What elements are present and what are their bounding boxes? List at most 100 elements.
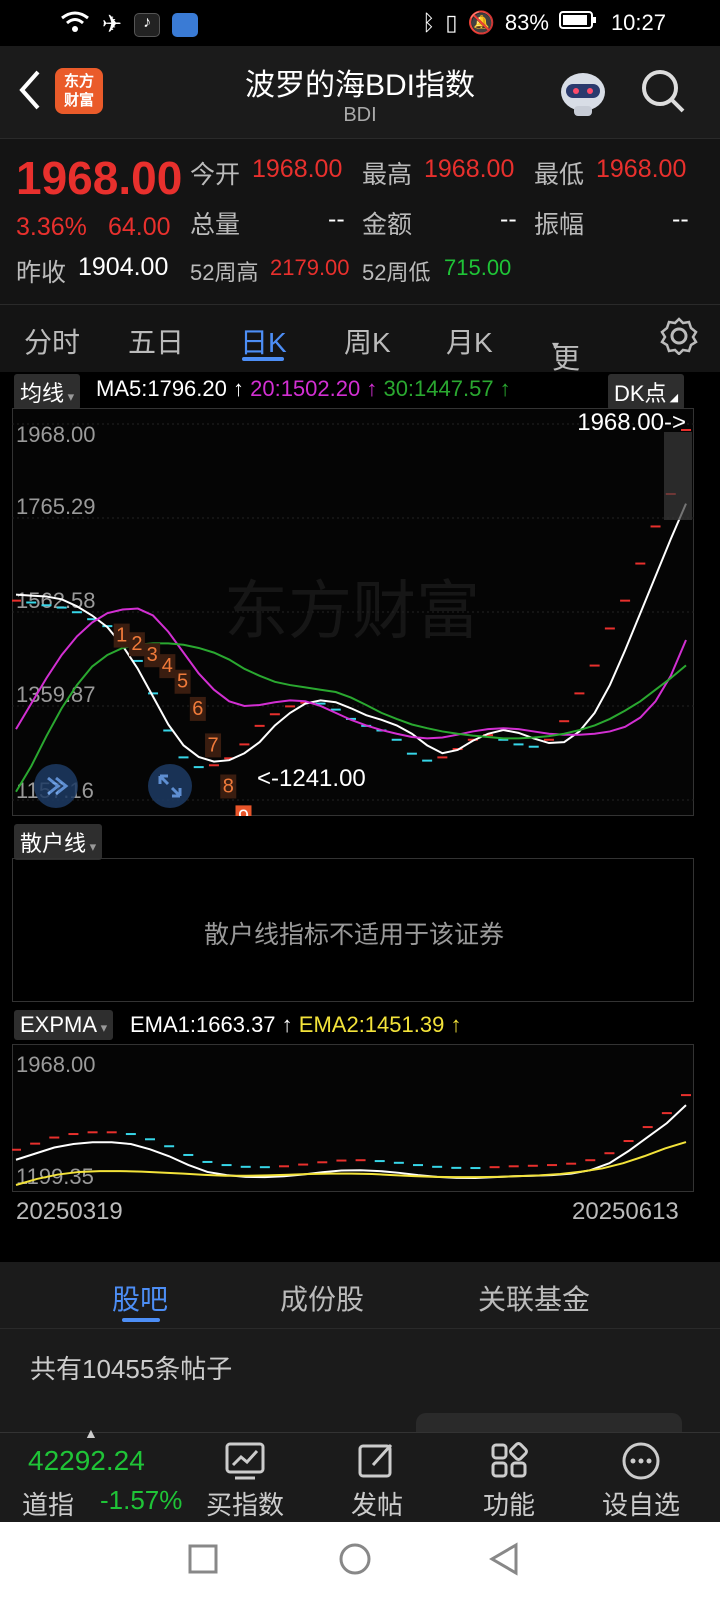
- page-title: 波罗的海BDI指数: [244, 69, 475, 102]
- browser-icon: [172, 12, 199, 37]
- open-label: 今开: [190, 161, 241, 189]
- active-section-indicator: [122, 1318, 160, 1322]
- recent-apps-icon[interactable]: [188, 1544, 218, 1579]
- tab-five-day[interactable]: 五日: [128, 321, 184, 361]
- up-arrow-icon: ↑: [226, 376, 251, 401]
- volume-value: --: [328, 205, 345, 233]
- td-sequence-number: 9: [238, 806, 249, 816]
- tab-monthly-k[interactable]: 月K: [446, 321, 493, 361]
- watermark: 东方财富: [224, 575, 480, 647]
- bottom-action-bar: ▲ 42292.24 道指 -1.57% 买指数 发帖 功能 设自选: [0, 1425, 720, 1523]
- clock: 10:27: [610, 10, 666, 35]
- y-tick-label: 1359.87: [16, 682, 96, 707]
- caret-down-icon: ▾: [64, 389, 75, 404]
- last-price: 1968.00: [16, 152, 183, 204]
- td-sequence-number: 5: [177, 671, 188, 693]
- robot-assistant-icon[interactable]: [556, 66, 610, 125]
- tab-daily-k[interactable]: 日K: [240, 321, 287, 361]
- high-value: 1968.00: [424, 155, 515, 183]
- search-icon[interactable]: [640, 68, 688, 121]
- retail-line-selector[interactable]: 散户线 ▾: [14, 824, 103, 860]
- ma20-label: 20:1502.20: [250, 376, 361, 401]
- expand-chart-button[interactable]: [148, 764, 192, 808]
- amplitude-value: --: [672, 205, 689, 233]
- index-change: -1.57%: [100, 1485, 183, 1515]
- low-label: 最低: [534, 161, 585, 189]
- expma-chart[interactable]: 1968.00 1199.35: [12, 1044, 694, 1192]
- ma30-label: 30:1447.57: [383, 376, 494, 401]
- y-tick-label: 1968.00: [16, 1052, 96, 1077]
- change-amount: 64.00: [108, 213, 171, 241]
- corner-triangle-icon: ◢: [666, 392, 679, 404]
- wk52-low-label: 52周低: [362, 260, 431, 285]
- td-sequence-number: 6: [192, 698, 203, 720]
- ema1-label: EMA1:1663.37: [130, 1012, 276, 1037]
- buy-index-button[interactable]: 买指数: [190, 1441, 300, 1522]
- td-sequence-number: 7: [207, 734, 218, 756]
- td-sequence-number: 4: [162, 655, 173, 677]
- ma5-label: MA5:1796.20: [96, 376, 227, 401]
- retail-line-message: 散户线指标不适用于该证券: [203, 921, 504, 949]
- wifi-icon: [60, 11, 90, 39]
- quote-panel: 1968.00 3.36% 64.00 昨收 1904.00 今开 1968.0…: [0, 138, 720, 304]
- expma-selector[interactable]: EXPMA ▾: [14, 1010, 114, 1040]
- up-arrow-icon: ↑: [360, 376, 384, 401]
- battery-percent: 83%: [504, 10, 549, 35]
- tab-intraday[interactable]: 分时: [24, 321, 80, 361]
- amount-value: --: [500, 205, 517, 233]
- wk52-high-label: 52周高: [190, 260, 259, 285]
- date-end: 20250613: [572, 1198, 679, 1225]
- price-scroll-indicator: [664, 432, 692, 520]
- chart-area: 均线 ▾ MA5:1796.20 ↑ 20:1502.20 ↑ 30:1447.…: [0, 372, 720, 1262]
- y-tick-label: 1199.35: [16, 1164, 94, 1189]
- caret-down-icon: ▾: [97, 1020, 108, 1035]
- last-price-annotation: 1968.00->: [577, 409, 686, 436]
- ma-indicator-selector[interactable]: 均线 ▾: [14, 374, 81, 410]
- tab-constituents[interactable]: 成份股: [280, 1278, 364, 1318]
- low-value: 1968.00: [596, 155, 687, 183]
- settings-gear-icon[interactable]: [660, 317, 698, 362]
- active-tab-indicator: [242, 357, 284, 361]
- caret-down-icon: ▾: [552, 337, 560, 353]
- dk-point-toggle[interactable]: DK点 ◢: [608, 374, 685, 410]
- drawing-tool-button[interactable]: [34, 764, 78, 808]
- page-subtitle: BDI: [343, 104, 377, 126]
- add-watchlist-button[interactable]: 设自选: [586, 1441, 696, 1522]
- post-button[interactable]: 发帖: [322, 1441, 432, 1522]
- functions-button[interactable]: 功能: [454, 1441, 564, 1522]
- up-arrow-icon: ↑: [275, 1012, 299, 1037]
- chart-trend-icon: [190, 1441, 300, 1485]
- volume-label: 总量: [190, 211, 241, 239]
- wk52-low-value: 715.00: [444, 255, 512, 280]
- y-tick-label: 1968.00: [16, 422, 96, 447]
- tab-guba[interactable]: 股吧: [112, 1278, 168, 1318]
- caret-down-icon: ▾: [86, 839, 97, 854]
- index-name: 道指: [22, 1490, 75, 1520]
- post-count: 共有10455条帖子: [30, 1354, 233, 1384]
- prev-close-label: 昨收: [16, 259, 67, 287]
- low-price-annotation: <-1241.00: [257, 765, 366, 792]
- tab-related-funds[interactable]: 关联基金: [478, 1278, 590, 1318]
- tab-weekly-k[interactable]: 周K: [344, 321, 391, 361]
- grid-apps-icon: [454, 1441, 564, 1485]
- open-value: 1968.00: [252, 155, 343, 183]
- back-nav-icon[interactable]: [488, 1542, 520, 1581]
- battery-icon: [558, 10, 597, 36]
- index-ticker[interactable]: ▲ 42292.24 道指 -1.57%: [0, 1425, 190, 1523]
- high-label: 最高: [362, 161, 413, 189]
- edit-icon: [322, 1441, 432, 1485]
- ma-legend: MA5:1796.20 ↑ 20:1502.20 ↑ 30:1447.57 ↑: [96, 376, 511, 402]
- retail-line-panel: 散户线指标不适用于该证券: [12, 858, 694, 1002]
- home-icon[interactable]: [338, 1542, 372, 1581]
- period-tabs: 分时 五日 日K 周K 月K 更多 ▾: [0, 304, 720, 414]
- up-arrow-icon: ↑: [493, 376, 511, 401]
- index-value: 42292.24: [28, 1445, 145, 1476]
- change-percent: 3.36%: [16, 213, 87, 241]
- more-dots-icon: [586, 1441, 696, 1485]
- mute-icon: 🔕: [467, 10, 495, 35]
- wk52-high-value: 2179.00: [270, 255, 350, 280]
- td-sequence-number: 8: [223, 775, 234, 797]
- tiktok-icon: ♪: [134, 12, 161, 37]
- td-sequence-number: 2: [131, 633, 142, 655]
- kline-chart[interactable]: 东方财富1968.001765.291562.581359.871157.161…: [12, 408, 694, 816]
